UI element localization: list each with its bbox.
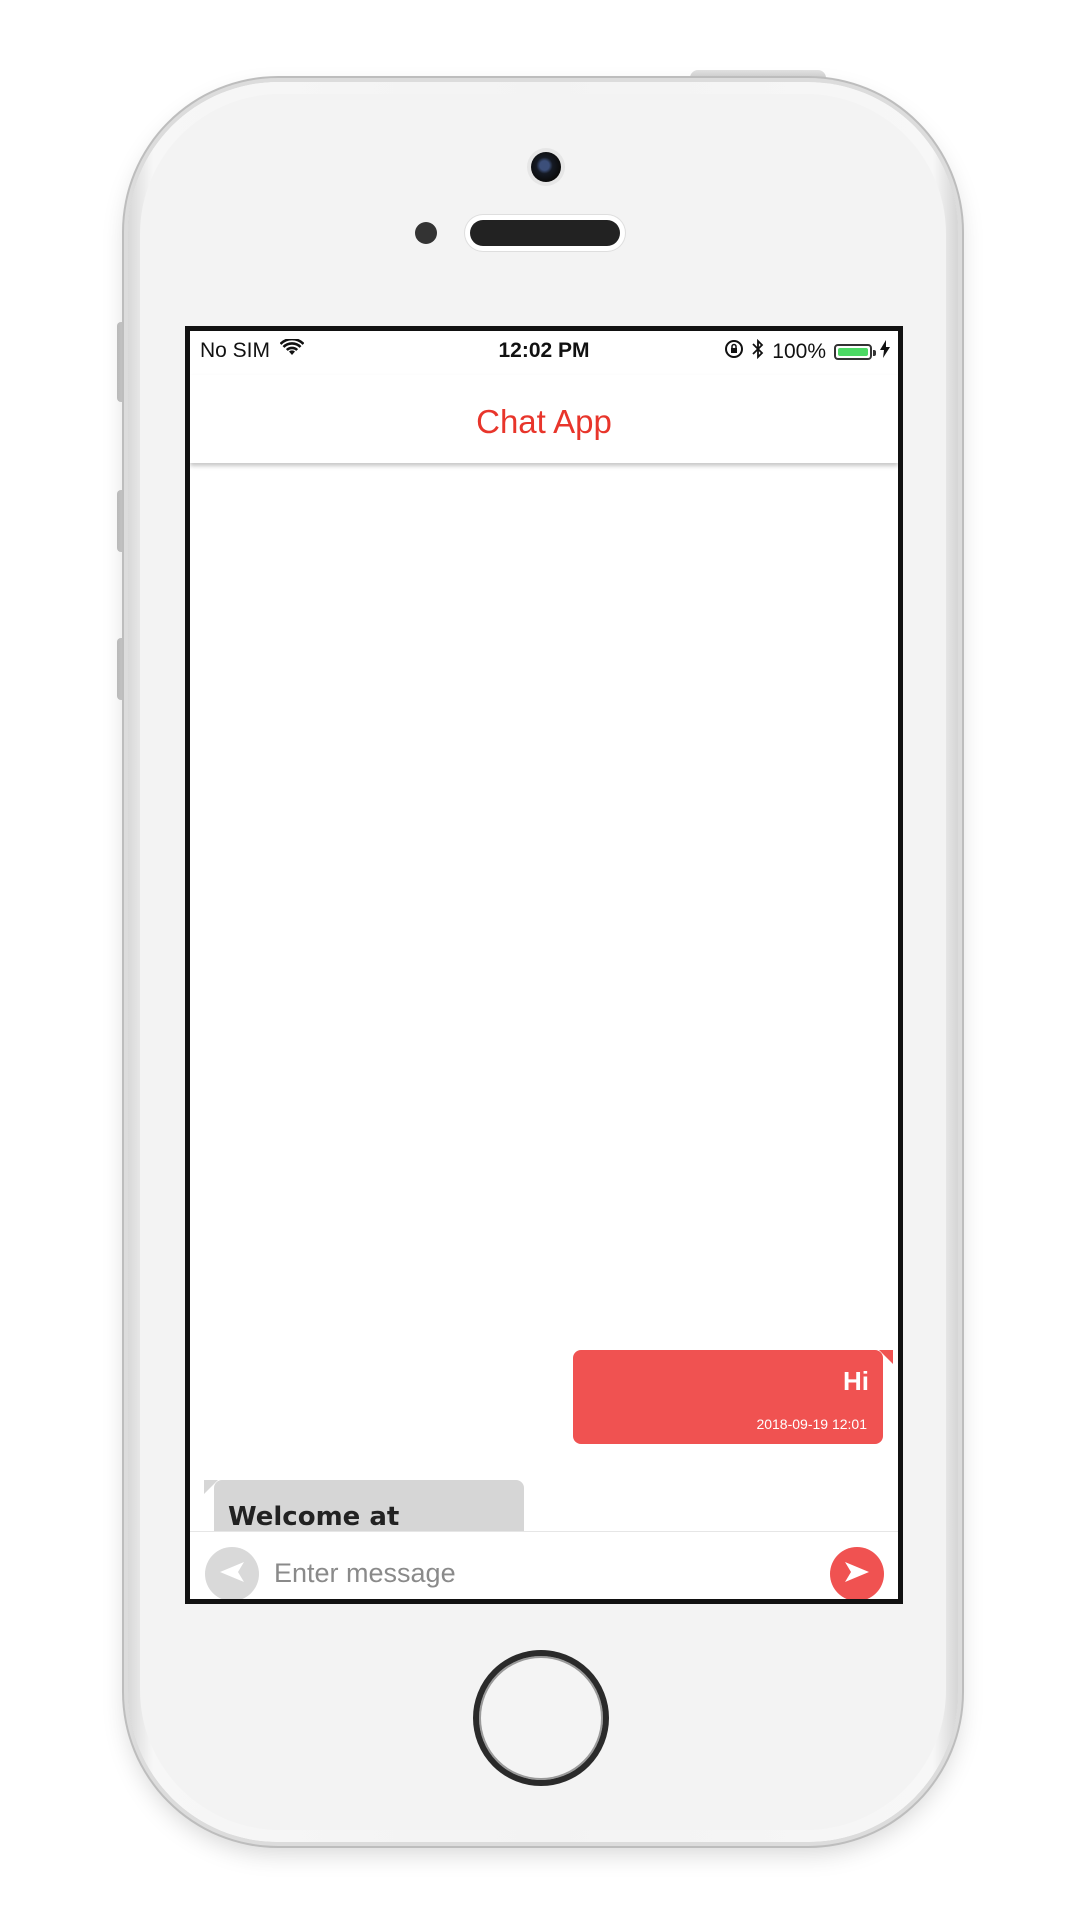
send-icon	[218, 1560, 246, 1589]
app-screen: No SIM 12:02 PM 100% Chat App Hi 2018-09…	[185, 326, 903, 1604]
orientation-lock-icon	[724, 339, 744, 365]
status-right: 100%	[724, 338, 890, 365]
bubble-tail	[204, 1480, 218, 1494]
home-button[interactable]	[473, 1650, 609, 1786]
bubble-tail	[879, 1350, 893, 1364]
earpiece-speaker	[470, 220, 620, 246]
message-list: Hi 2018-09-19 12:01 Welcome at Aeologic …	[190, 467, 898, 1599]
front-camera	[531, 152, 561, 182]
battery-icon	[834, 344, 876, 360]
message-input[interactable]	[272, 1550, 816, 1596]
message-timestamp: 2018-09-19 12:01	[756, 1416, 867, 1432]
charging-icon	[880, 340, 890, 364]
send-icon	[843, 1560, 871, 1589]
battery-level-fill	[838, 348, 868, 356]
send-button[interactable]	[830, 1547, 884, 1599]
proximity-sensor	[415, 222, 437, 244]
status-bar: No SIM 12:02 PM 100%	[190, 331, 898, 375]
bluetooth-icon	[752, 338, 764, 365]
message-composer	[190, 1531, 898, 1599]
message-text: Hi	[843, 1366, 869, 1396]
battery-percent: 100%	[772, 340, 826, 363]
nav-bar: Chat App	[190, 375, 898, 463]
outgoing-message-bubble: Hi 2018-09-19 12:01	[573, 1350, 893, 1444]
attach-send-button[interactable]	[205, 1547, 259, 1599]
page-title: Chat App	[476, 403, 612, 440]
